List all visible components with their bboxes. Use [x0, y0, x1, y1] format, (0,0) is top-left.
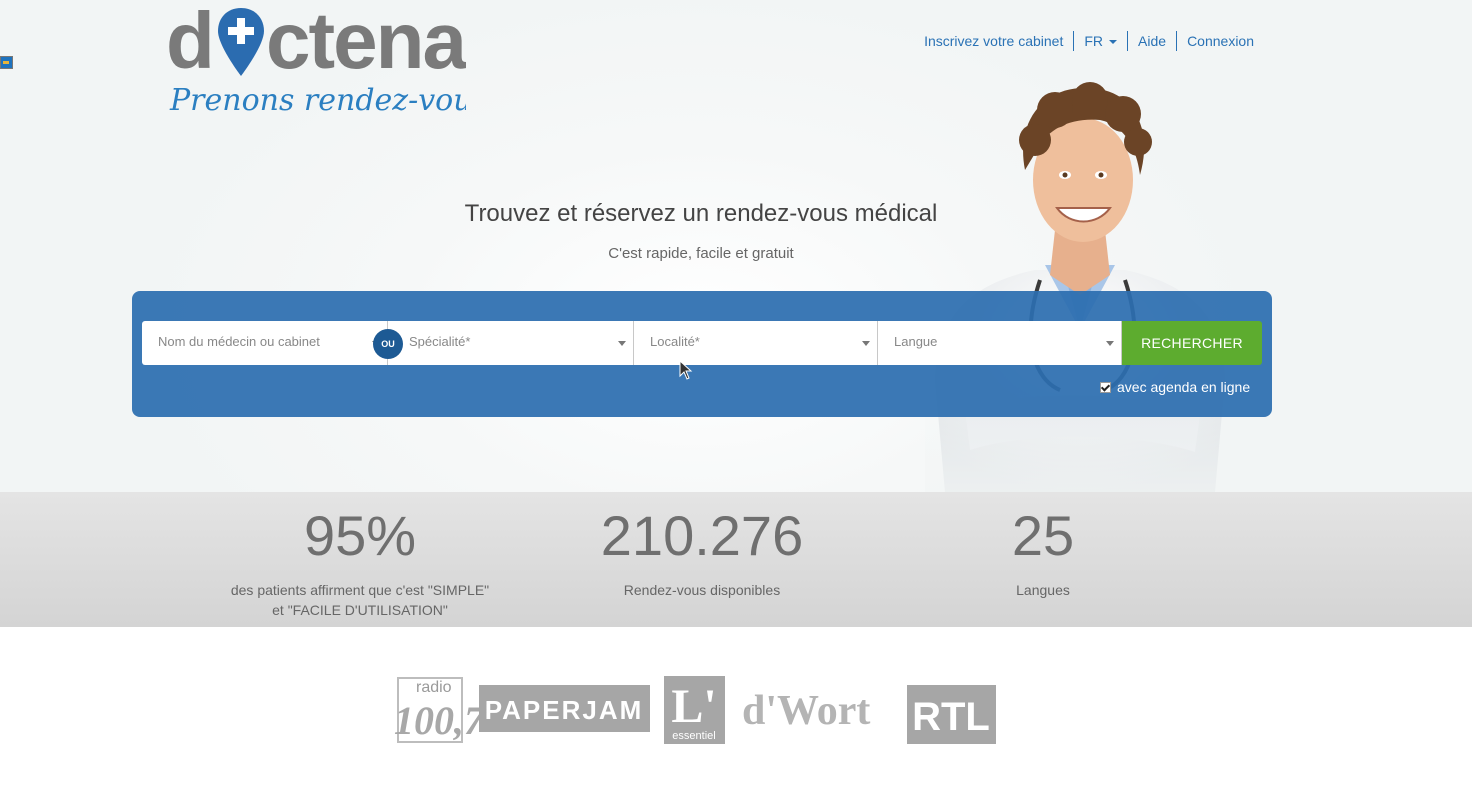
svg-text:100,7: 100,7 — [394, 698, 486, 743]
image-icon — [0, 56, 13, 69]
svg-text:ctena: ctena — [266, 0, 466, 85]
top-navigation: Inscrivez votre cabinet FR Aide Connexio… — [914, 31, 1264, 51]
chevron-down-icon — [1109, 40, 1118, 45]
svg-text:d: d — [166, 0, 213, 85]
dwort-logo: d'Wort — [742, 688, 870, 734]
language-dropdown[interactable]: FR — [1073, 31, 1127, 51]
location-select[interactable]: Localité* — [634, 321, 878, 365]
stat-languages: 25 Langues — [883, 508, 1203, 600]
stat-label: Rendez-vous disponibles — [623, 582, 781, 598]
register-practice-link[interactable]: Inscrivez votre cabinet — [914, 31, 1073, 51]
svg-text:essentiel: essentiel — [672, 730, 715, 742]
help-link[interactable]: Aide — [1127, 31, 1176, 51]
doctena-logo[interactable]: d ctena Prenons rendez-vous — [166, 0, 466, 128]
login-link[interactable]: Connexion — [1176, 31, 1264, 51]
svg-text:RTL: RTL — [912, 695, 990, 739]
chevron-down-icon — [862, 341, 870, 346]
location-placeholder: Localité* — [650, 334, 700, 349]
online-agenda-filter[interactable]: avec agenda en ligne — [1100, 379, 1250, 395]
language-select[interactable]: Langue — [878, 321, 1122, 365]
doctor-name-placeholder: Nom du médecin ou cabinet — [158, 334, 320, 349]
specialty-select[interactable]: Spécialité* — [388, 321, 634, 365]
hero-title: Trouvez et réservez un rendez-vous médic… — [464, 200, 938, 227]
language-placeholder: Langue — [894, 334, 938, 349]
chevron-down-icon — [1106, 341, 1114, 346]
specialty-placeholder: Spécialité* — [409, 334, 471, 349]
svg-text:d'Wort: d'Wort — [742, 688, 870, 734]
svg-text:PAPERJAM: PAPERJAM — [485, 695, 644, 725]
search-button[interactable]: RECHERCHER — [1122, 321, 1262, 365]
stats-section: 95% des patients affirment que c'est "SI… — [0, 492, 1472, 627]
stat-label: des patients affirment que c'est "SIMPLE… — [230, 582, 490, 618]
svg-text:radio: radio — [416, 679, 452, 696]
search-panel: Nom du médecin ou cabinet Spécialité* OU… — [132, 291, 1272, 417]
rtl-logo: RTL — [907, 685, 996, 744]
mouse-cursor-icon — [679, 360, 693, 380]
radio-100-7-logo: radio 100,7 — [394, 677, 486, 743]
lessentiel-logo: L' essentiel — [664, 676, 725, 744]
hero-subtitle: C'est rapide, facile et gratuit — [608, 245, 794, 262]
svg-text:L': L' — [671, 680, 716, 733]
svg-text:Prenons rendez-vous: Prenons rendez-vous — [169, 83, 466, 118]
paperjam-logo: PAPERJAM — [479, 685, 650, 732]
or-badge: OU — [373, 329, 403, 359]
stat-value: 210.276 — [600, 504, 804, 567]
stat-label: Langues — [1016, 582, 1070, 598]
stat-satisfaction: 95% des patients affirment que c'est "SI… — [200, 508, 520, 620]
stat-value: 95% — [303, 504, 417, 567]
language-label: FR — [1084, 33, 1104, 49]
online-agenda-label: avec agenda en ligne — [1117, 379, 1251, 395]
chevron-down-icon — [618, 341, 626, 346]
stat-value: 25 — [1011, 504, 1075, 567]
stat-appointments: 210.276 Rendez-vous disponibles — [542, 508, 862, 600]
doctor-name-input[interactable]: Nom du médecin ou cabinet — [142, 321, 388, 365]
hero-section: d ctena Prenons rendez-vous Inscrivez vo… — [0, 0, 1472, 492]
doctor-illustration — [925, 82, 1235, 492]
press-logos: radio 100,7 PAPERJAM L' essentiel d'Wort… — [394, 668, 1004, 750]
online-agenda-checkbox[interactable] — [1100, 381, 1111, 393]
